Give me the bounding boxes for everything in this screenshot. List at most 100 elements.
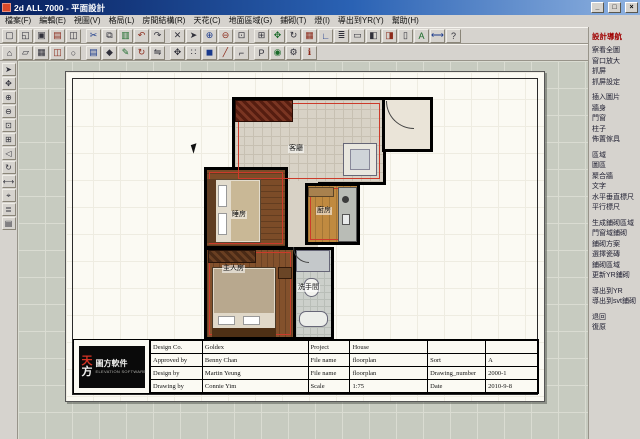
menu-item[interactable]: 燈(I) — [310, 15, 334, 27]
sidebar-item[interactable]: 更新YR鋪砌 — [592, 271, 637, 282]
zoom-out-icon[interactable]: ⊖ — [2, 105, 16, 118]
rotate-icon[interactable]: ↻ — [134, 46, 149, 60]
print-preview-icon[interactable]: ◫ — [66, 29, 81, 43]
ortho-icon[interactable]: ∟ — [318, 29, 333, 43]
move-icon[interactable]: ✥ — [170, 46, 185, 60]
menu-item[interactable]: 鋪砌(T) — [276, 15, 310, 27]
menu-item[interactable]: 房間結構(R) — [138, 15, 189, 27]
maximize-button[interactable]: □ — [608, 2, 621, 13]
render-icon[interactable]: ◉ — [270, 46, 285, 60]
save-icon[interactable]: ▣ — [34, 29, 49, 43]
sidebar-item[interactable]: 窗口放大 — [592, 57, 637, 68]
redraw-icon[interactable]: ↻ — [2, 161, 16, 174]
pan-hand-icon[interactable]: ✥ — [2, 77, 16, 90]
measure-icon[interactable]: ⟷ — [2, 175, 16, 188]
furniture-icon[interactable]: ◫ — [50, 46, 65, 60]
sidebar-item[interactable]: 察看全圖 — [592, 46, 637, 57]
zoom-window-icon[interactable]: ⊡ — [2, 119, 16, 132]
menu-item[interactable]: 視圖(V) — [70, 15, 105, 27]
column-icon[interactable]: ▯ — [398, 29, 413, 43]
sidebar-item[interactable]: 復原 — [592, 323, 637, 334]
text-icon[interactable]: A — [414, 29, 429, 43]
dimension-icon[interactable]: ⟷ — [430, 29, 445, 43]
undo-icon[interactable]: ↶ — [134, 29, 149, 43]
sidebar-item[interactable]: 水平垂直標尺 — [592, 193, 637, 204]
region-icon[interactable]: ▱ — [18, 46, 33, 60]
export-yr-icon[interactable]: P — [254, 46, 269, 60]
sidebar-item[interactable]: 門窗域鋪砌 — [592, 229, 637, 240]
print-icon[interactable]: ▤ — [50, 29, 65, 43]
select-arrow-icon[interactable]: ➤ — [2, 63, 16, 76]
sidebar-item[interactable]: 鋪砌方案 — [592, 240, 637, 251]
grid-icon[interactable]: ▦ — [302, 29, 317, 43]
drawing-canvas[interactable]: 客廳 睡房 廚房 主人房 洗手間 天 — [18, 61, 588, 439]
sidebar-item[interactable]: 導出到YR — [592, 287, 637, 298]
refresh-icon[interactable]: ↻ — [286, 29, 301, 43]
zoom-in-icon[interactable]: ⊕ — [2, 91, 16, 104]
zoom-all-icon[interactable]: ⊞ — [2, 133, 16, 146]
sidebar-item[interactable]: 鋪砌區域 — [592, 261, 637, 272]
sidebar-item[interactable]: 區域 — [592, 151, 637, 162]
sidebar-item[interactable]: 佈置傢具 — [592, 135, 637, 146]
zoom-window-icon[interactable]: ⊡ — [234, 29, 249, 43]
sidebar-item[interactable]: 聚合牆 — [592, 172, 637, 183]
array-icon[interactable]: ∷ — [186, 46, 201, 60]
info-icon[interactable]: ℹ — [302, 46, 317, 60]
title-block[interactable]: 天 方 圖方軟件 ELEVATION SOFTWARE — [73, 339, 539, 394]
menu-item[interactable]: 地面區域(G) — [225, 15, 277, 27]
menu-item[interactable]: 導出到YR(Y) — [334, 15, 388, 27]
new-file-icon[interactable]: ▢ — [2, 29, 17, 43]
material-icon[interactable]: ◆ — [102, 46, 117, 60]
zoom-in-icon[interactable]: ⊕ — [202, 29, 217, 43]
copy-icon[interactable]: ⧉ — [102, 29, 117, 43]
delete-icon[interactable]: ✕ — [170, 29, 185, 43]
mirror-icon[interactable]: ⇋ — [150, 46, 165, 60]
open-file-icon[interactable]: ◱ — [18, 29, 33, 43]
pan-icon[interactable]: ✥ — [270, 29, 285, 43]
zoom-out-icon[interactable]: ⊖ — [218, 29, 233, 43]
sidebar-item[interactable]: 選擇瓷磚 — [592, 250, 637, 261]
sidebar-item[interactable]: 導出到svt鋪砌 — [592, 297, 637, 308]
window-icon[interactable]: ◨ — [382, 29, 397, 43]
select-icon[interactable]: ➤ — [186, 29, 201, 43]
sidebar-item[interactable]: 文字 — [592, 182, 637, 193]
close-button[interactable]: × — [625, 2, 638, 13]
sidebar-item[interactable]: 圖區 — [592, 161, 637, 172]
wall-icon[interactable]: ▭ — [350, 29, 365, 43]
fill-color-icon[interactable]: ◼ — [202, 46, 217, 60]
menu-item[interactable]: 編輯(E) — [35, 15, 70, 27]
settings-icon[interactable]: ⚙ — [286, 46, 301, 60]
sidebar-item[interactable]: 生成鋪砌區域 — [592, 219, 637, 230]
menu-item[interactable]: 格局(L) — [105, 15, 139, 27]
menu-item[interactable]: 幫助(H) — [388, 15, 423, 27]
sidebar-item[interactable]: 退回 — [592, 313, 637, 324]
sidebar-item[interactable]: 插入圖片 — [592, 93, 637, 104]
tile-icon[interactable]: ▦ — [34, 46, 49, 60]
ceiling-icon[interactable]: ▤ — [86, 46, 101, 60]
line-style-icon[interactable]: ╱ — [218, 46, 233, 60]
previous-view-icon[interactable]: ◁ — [2, 147, 16, 160]
zoom-extents-icon[interactable]: ⊞ — [254, 29, 269, 43]
paint-icon[interactable]: ✎ — [118, 46, 133, 60]
lamp-icon[interactable]: ○ — [66, 46, 81, 60]
sidebar-item[interactable]: 柱子 — [592, 125, 637, 136]
properties-icon[interactable]: ▤ — [2, 217, 16, 230]
cut-icon[interactable]: ✂ — [86, 29, 101, 43]
paste-icon[interactable]: ▥ — [118, 29, 133, 43]
drawing-sheet[interactable]: 客廳 睡房 廚房 主人房 洗手間 天 — [65, 71, 545, 402]
room-icon[interactable]: ⌂ — [2, 46, 17, 60]
floor-plan[interactable]: 客廳 睡房 廚房 主人房 洗手間 — [204, 97, 434, 340]
layers-icon[interactable]: ≣ — [334, 29, 349, 43]
minimize-button[interactable]: _ — [591, 2, 604, 13]
layers-icon[interactable]: ≣ — [2, 203, 16, 216]
title-bar[interactable]: 2d ALL 7000 - 平面設計 _ □ × — [0, 0, 640, 15]
snap-icon[interactable]: ⌖ — [2, 189, 16, 202]
sidebar-item[interactable]: 抓屏設定 — [592, 78, 637, 89]
redo-icon[interactable]: ↷ — [150, 29, 165, 43]
door-icon[interactable]: ◧ — [366, 29, 381, 43]
polyline-icon[interactable]: ⌐ — [234, 46, 249, 60]
help-icon[interactable]: ? — [446, 29, 461, 43]
menu-item[interactable]: 天花(C) — [189, 15, 224, 27]
sidebar-item[interactable]: 牆身 — [592, 104, 637, 115]
sidebar-item[interactable]: 門窗 — [592, 114, 637, 125]
